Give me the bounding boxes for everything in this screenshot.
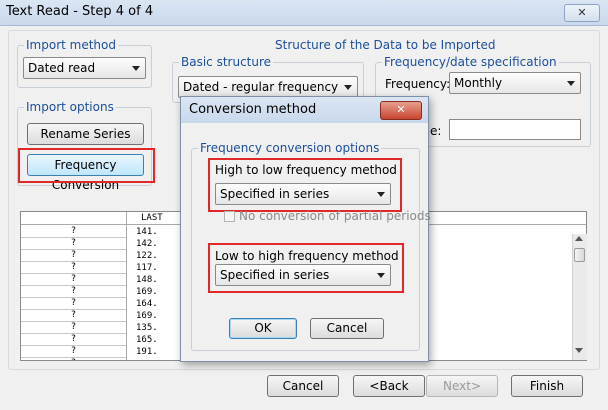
- table-vertical-scrollbar[interactable]: [572, 234, 587, 360]
- date-input[interactable]: [449, 119, 581, 140]
- table-row: ?: [21, 310, 126, 322]
- highlight-high-to-low: [208, 158, 402, 212]
- dialog-title: Conversion method: [189, 102, 317, 117]
- frequency-label: Frequency:: [385, 77, 451, 91]
- window-close-button[interactable]: ✕: [564, 4, 600, 22]
- chevron-down-icon: [344, 85, 352, 90]
- chevron-down-icon: [132, 66, 140, 71]
- table-cell: 117.: [136, 263, 158, 273]
- import-options-legend: Import options: [26, 100, 114, 114]
- frequency-select[interactable]: Monthly: [449, 72, 581, 94]
- highlight-frequency-conversion: [18, 148, 155, 183]
- rename-series-button[interactable]: Rename Series: [27, 123, 144, 145]
- table-cell: 148.: [136, 275, 158, 285]
- table-cell: 165.: [136, 335, 158, 345]
- table-row: ?: [21, 274, 126, 286]
- highlight-low-to-high: [208, 243, 404, 293]
- dialog-cancel-button[interactable]: Cancel: [310, 318, 384, 339]
- no-partial-label: No conversion of partial periods: [239, 209, 431, 223]
- import-method-select[interactable]: Dated read: [23, 57, 146, 79]
- basic-structure-select[interactable]: Dated - regular frequency: [178, 76, 358, 98]
- back-button[interactable]: <Back: [353, 375, 425, 397]
- basic-structure-legend: Basic structure: [181, 55, 272, 69]
- column-header-last: LAST: [141, 213, 163, 223]
- table-cell: 191.: [136, 347, 158, 357]
- scrollbar-thumb[interactable]: [574, 248, 585, 262]
- table-row: ?: [21, 286, 126, 298]
- import-method-legend: Import method: [26, 38, 116, 52]
- table-cell: 169.: [136, 287, 158, 297]
- frequency-value: Monthly: [454, 76, 503, 90]
- partial-label: e:: [430, 124, 442, 138]
- table-row: ?: [21, 226, 126, 238]
- table-row: ?: [21, 358, 126, 360]
- table-row: ?: [21, 250, 126, 262]
- structure-heading: Structure of the Data to be Imported: [275, 38, 496, 52]
- table-row: ?: [21, 262, 126, 274]
- table-row: ?: [21, 346, 126, 358]
- no-partial-checkbox[interactable]: [224, 211, 235, 222]
- close-icon: ✕: [577, 6, 587, 19]
- basic-structure-value: Dated - regular frequency: [183, 80, 339, 94]
- finish-button[interactable]: Finish: [511, 375, 583, 397]
- dialog-close-button[interactable]: ✕: [380, 101, 422, 120]
- next-button[interactable]: Next>: [426, 375, 498, 397]
- table-row: ?: [21, 238, 126, 250]
- import-method-value: Dated read: [28, 61, 96, 75]
- close-icon: ✕: [396, 103, 406, 116]
- table-cell: 122.: [136, 251, 158, 261]
- scroll-down-icon[interactable]: [575, 348, 583, 353]
- table-cell: 164.: [136, 299, 158, 309]
- conversion-method-dialog: Conversion method ✕ Frequency conversion…: [180, 96, 431, 362]
- table-cell: 141.: [136, 227, 158, 237]
- freq-spec-legend: Frequency/date specification: [384, 55, 557, 69]
- table-row: ?: [21, 322, 126, 334]
- table-row: ?: [21, 298, 126, 310]
- frequency-conversion-options-legend: Frequency conversion options: [200, 141, 380, 155]
- scroll-up-icon[interactable]: [575, 236, 583, 241]
- window-title: Text Read - Step 4 of 4: [6, 4, 154, 19]
- table-cell: 169.: [136, 311, 158, 321]
- table-cell: 135.: [136, 323, 158, 333]
- window-title-bar: Text Read - Step 4 of 4 ✕: [0, 0, 608, 26]
- table-cell: 142.: [136, 239, 158, 249]
- table-row: ?: [21, 334, 126, 346]
- column-divider: [126, 212, 127, 360]
- cancel-button[interactable]: Cancel: [267, 375, 339, 397]
- dialog-title-bar: Conversion method ✕: [181, 97, 428, 123]
- chevron-down-icon: [567, 81, 575, 86]
- dialog-ok-button[interactable]: OK: [229, 318, 297, 339]
